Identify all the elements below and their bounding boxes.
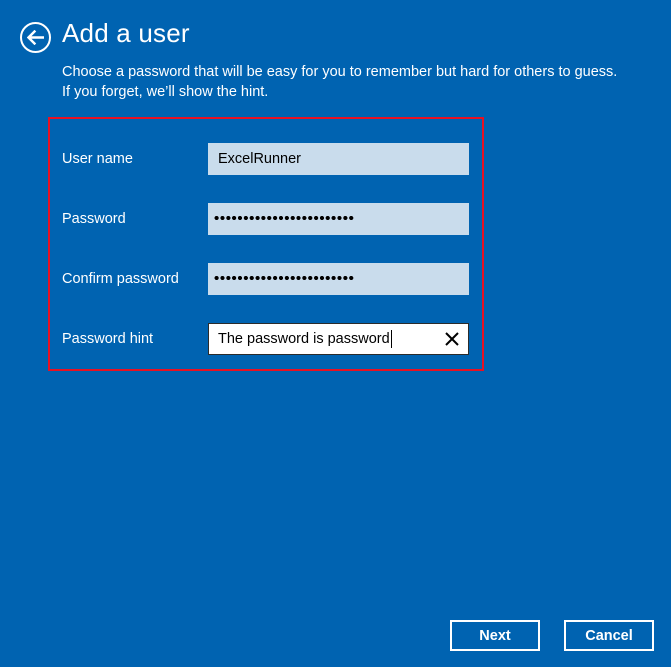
- user-name-input[interactable]: ExcelRunner: [208, 143, 469, 175]
- password-input[interactable]: ••••••••••••••••••••••••: [208, 203, 469, 235]
- page-title: Add a user: [62, 18, 190, 48]
- confirm-password-label: Confirm password: [62, 271, 179, 287]
- description-text: Choose a password that will be easy for …: [62, 64, 618, 100]
- back-button[interactable]: [20, 22, 51, 53]
- user-name-label: User name: [62, 151, 133, 167]
- password-label: Password: [62, 211, 126, 227]
- next-button[interactable]: Next: [450, 620, 540, 651]
- password-hint-label: Password hint: [62, 331, 154, 347]
- back-arrow-icon: [27, 30, 44, 45]
- close-icon[interactable]: [444, 331, 460, 347]
- text-caret: [390, 330, 392, 349]
- password-hint-value: The password is password: [218, 331, 390, 347]
- cancel-button[interactable]: Cancel: [564, 620, 654, 651]
- password-hint-input[interactable]: The password is password: [208, 323, 469, 355]
- confirm-password-input[interactable]: ••••••••••••••••••••••••: [208, 263, 469, 295]
